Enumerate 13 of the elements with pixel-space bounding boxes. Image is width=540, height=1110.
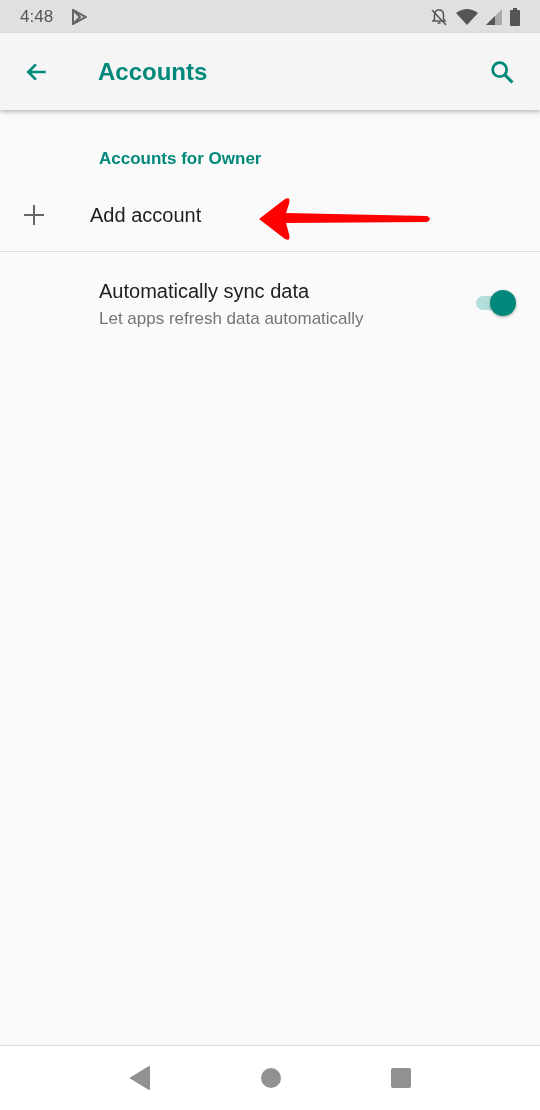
- back-nav-button[interactable]: [129, 1066, 151, 1090]
- home-nav-button[interactable]: [261, 1068, 281, 1088]
- setting-summary: Let apps refresh data automatically: [99, 307, 365, 330]
- plus-icon: [24, 205, 44, 225]
- battery-icon: [510, 7, 520, 26]
- setting-title: Automatically sync data: [99, 278, 311, 304]
- section-header: Accounts for Owner: [99, 148, 263, 170]
- screen-title: Accounts: [98, 56, 208, 87]
- notifications-off-icon: [430, 7, 448, 26]
- signal-icon: [486, 8, 502, 25]
- play-store-icon: [71, 8, 88, 25]
- status-time: 4:48: [20, 5, 54, 28]
- wifi-icon: [456, 8, 478, 25]
